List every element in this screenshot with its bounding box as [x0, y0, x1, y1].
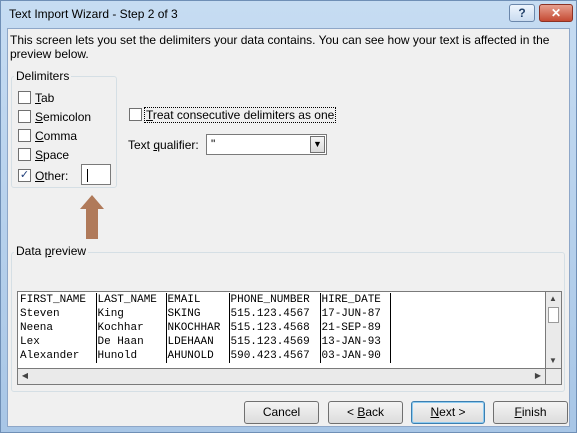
scroll-down-icon[interactable]: ▼	[546, 354, 560, 368]
preview-cell: 515.123.4568	[229, 321, 321, 335]
space-label[interactable]: Space	[35, 148, 69, 162]
scroll-up-icon[interactable]: ▲	[546, 292, 560, 306]
preview-cell: 03-JAN-90	[320, 349, 391, 363]
finish-button[interactable]: Finish	[493, 401, 568, 424]
semicolon-label[interactable]: Semicolon	[35, 110, 91, 124]
help-button[interactable]: ?	[509, 4, 535, 22]
preview-cell: 515.123.4569	[229, 335, 321, 349]
preview-cell: Lex	[19, 335, 97, 349]
scrollbar-corner	[546, 369, 562, 385]
preview-cell: LAST_NAME	[96, 293, 167, 307]
preview-cell: King	[96, 307, 167, 321]
preview-cell: Alexander	[19, 349, 97, 363]
consecutive-delimiters-label[interactable]: Treat consecutive delimiters as one	[144, 107, 337, 123]
preview-cell: HIRE_DATE	[320, 293, 391, 307]
data-preview-table: FIRST_NAME LAST_NAME EMAIL PHONE_NUMBER HIRE…	[19, 293, 391, 363]
preview-cell: 17-JUN-87	[320, 307, 391, 321]
close-button[interactable]: ✕	[539, 4, 573, 22]
comma-checkbox[interactable]	[18, 129, 31, 142]
preview-cell: 21-SEP-89	[320, 321, 391, 335]
horizontal-scrollbar[interactable]: ◀ ▶	[17, 369, 546, 385]
other-delimiter-input[interactable]	[81, 164, 111, 185]
preview-cell: FIRST_NAME	[19, 293, 97, 307]
text-qualifier-select[interactable]: " ▼	[206, 134, 327, 155]
comma-label[interactable]: Comma	[35, 129, 77, 143]
text-qualifier-value: "	[211, 137, 216, 151]
delimiters-group-title: Delimiters	[14, 69, 72, 83]
other-label[interactable]: Other:	[35, 169, 68, 183]
preview-cell: SKING	[166, 307, 230, 321]
annotation-up-arrow-icon	[80, 195, 104, 239]
preview-cell: Steven	[19, 307, 97, 321]
tab-label[interactable]: Tab	[35, 91, 54, 105]
preview-cell: NKOCHHAR	[166, 321, 230, 335]
next-button[interactable]: Next >	[411, 401, 485, 424]
tab-checkbox[interactable]	[18, 91, 31, 104]
preview-cell: Neena	[19, 321, 97, 335]
back-button[interactable]: < Back	[328, 401, 403, 424]
scroll-left-icon[interactable]: ◀	[18, 369, 32, 383]
preview-row: Alexander Hunold AHUNOLD 590.423.4567 03-JAN…	[19, 349, 391, 363]
preview-cell: Hunold	[96, 349, 167, 363]
description-text: This screen lets you set the delimiters …	[10, 33, 550, 61]
space-checkbox[interactable]	[18, 148, 31, 161]
preview-row: Neena Kochhar NKOCHHAR 515.123.4568 21-SEP-8…	[19, 321, 391, 335]
title-bar[interactable]: Text Import Wizard - Step 2 of 3 ? ✕	[1, 1, 576, 27]
preview-cell: 515.123.4567	[229, 307, 321, 321]
preview-cell: De Haan	[96, 335, 167, 349]
preview-cell: AHUNOLD	[166, 349, 230, 363]
preview-cell: 13-JAN-93	[320, 335, 391, 349]
preview-cell: LDEHAAN	[166, 335, 230, 349]
cancel-button[interactable]: Cancel	[244, 401, 319, 424]
scroll-right-icon[interactable]: ▶	[531, 369, 545, 383]
other-checkbox[interactable]: ✓	[18, 169, 31, 182]
vertical-scrollbar[interactable]: ▲ ▼	[546, 291, 562, 369]
text-import-wizard-window: Text Import Wizard - Step 2 of 3 ? ✕ Thi…	[0, 0, 577, 433]
text-caret	[87, 169, 88, 182]
vertical-scroll-thumb[interactable]	[548, 307, 559, 323]
semicolon-checkbox[interactable]	[18, 110, 31, 123]
wizard-body: This screen lets you set the delimiters …	[7, 28, 570, 427]
preview-cell: EMAIL	[166, 293, 230, 307]
window-title: Text Import Wizard - Step 2 of 3	[9, 7, 178, 21]
chevron-down-icon[interactable]: ▼	[310, 136, 325, 153]
preview-cell: 590.423.4567	[229, 349, 321, 363]
preview-cell: Kochhar	[96, 321, 167, 335]
data-preview-grid[interactable]: FIRST_NAME LAST_NAME EMAIL PHONE_NUMBER HIRE…	[17, 291, 546, 369]
preview-row: Lex De Haan LDEHAAN 515.123.4569 13-JAN-93	[19, 335, 391, 349]
text-qualifier-label: Text qualifier:	[128, 138, 199, 152]
preview-row: FIRST_NAME LAST_NAME EMAIL PHONE_NUMBER HIRE…	[19, 293, 391, 307]
consecutive-delimiters-checkbox[interactable]	[129, 108, 142, 121]
data-preview-group-title: Data preview	[14, 244, 89, 258]
preview-cell: PHONE_NUMBER	[229, 293, 321, 307]
preview-row: Steven King SKING 515.123.4567 17-JUN-87	[19, 307, 391, 321]
